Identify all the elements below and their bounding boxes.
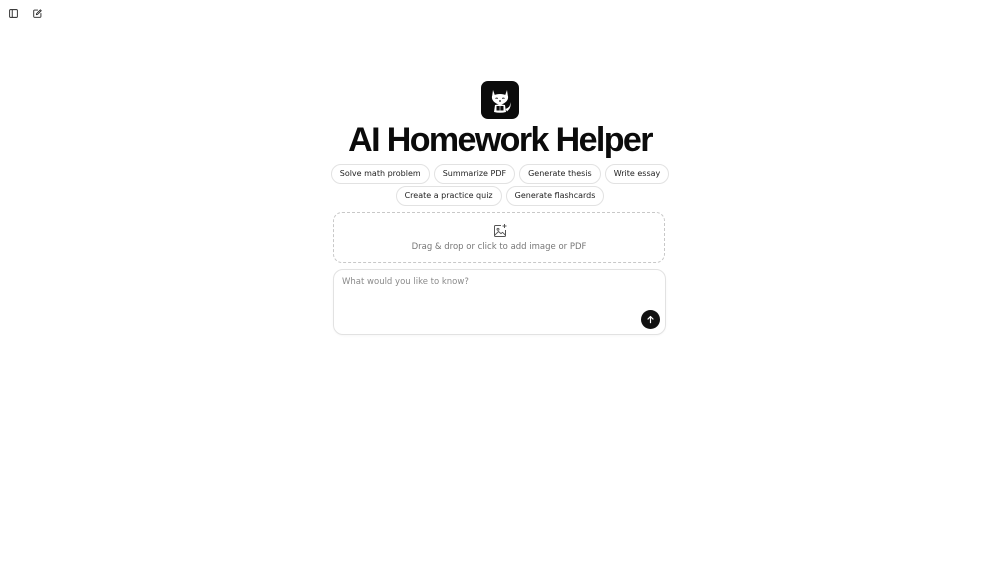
arrow-up-icon xyxy=(647,315,654,324)
suggestion-chip-solve-math[interactable]: Solve math problem xyxy=(330,164,430,184)
send-button[interactable] xyxy=(641,310,660,329)
prompt-composer xyxy=(333,269,666,335)
upload-dropzone[interactable]: Drag & drop or click to add image or PDF xyxy=(333,212,665,263)
image-add-icon xyxy=(494,224,507,237)
cartoon-fox-with-book-icon xyxy=(491,90,511,113)
suggestion-row-2: Create a practice quiz Generate flashcar… xyxy=(0,186,1000,206)
suggestion-chip-practice-quiz[interactable]: Create a practice quiz xyxy=(395,186,502,206)
suggestion-row-1: Solve math problem Summarize PDF Generat… xyxy=(0,164,1000,184)
main-content: AI Homework Helper Solve math problem Su… xyxy=(0,0,1000,563)
suggestion-chip-write-essay[interactable]: Write essay xyxy=(604,164,670,184)
suggestion-chip-flashcards[interactable]: Generate flashcards xyxy=(505,186,605,206)
page-title: AI Homework Helper xyxy=(348,121,653,159)
prompt-input[interactable] xyxy=(342,277,622,297)
suggestion-chip-summarize-pdf[interactable]: Summarize PDF xyxy=(433,164,516,184)
upload-hint: Drag & drop or click to add image or PDF xyxy=(411,242,587,252)
suggestion-chip-generate-thesis[interactable]: Generate thesis xyxy=(519,164,601,184)
app-logo xyxy=(481,81,519,119)
